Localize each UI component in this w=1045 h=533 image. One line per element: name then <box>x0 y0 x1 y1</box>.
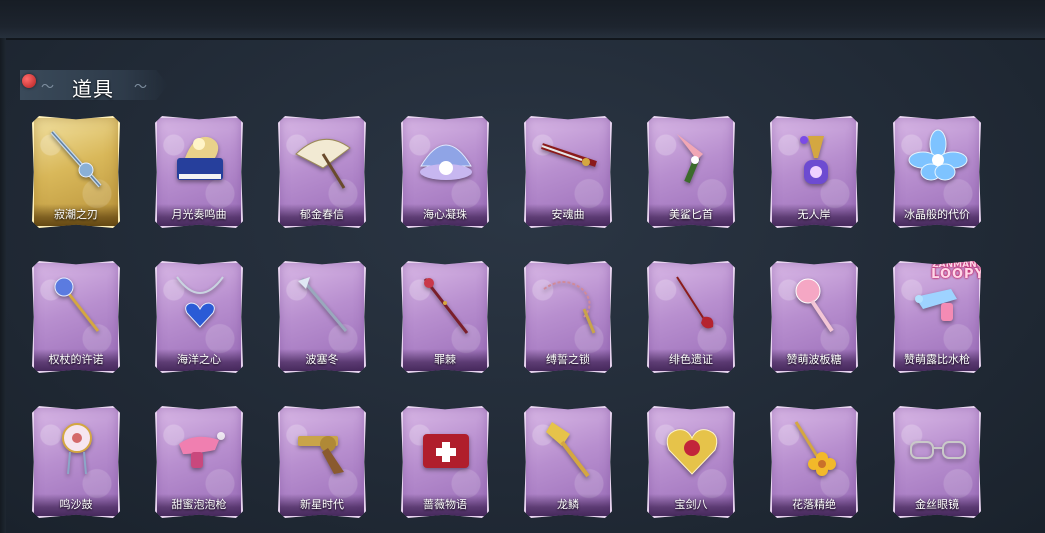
dreamcatcher-icon <box>62 423 92 475</box>
item-name: 缚誓之锁 <box>546 353 590 366</box>
thorn-staff-icon <box>423 278 469 334</box>
item-name: 权杖的许诺 <box>48 353 104 366</box>
item-card[interactable]: 龙鳞 <box>524 406 612 518</box>
item-name: 冰晶般的代价 <box>904 208 970 221</box>
item-card[interactable]: 月光奏鸣曲 <box>155 116 243 228</box>
item-name: 绯色遗证 <box>669 353 713 366</box>
item-card[interactable]: 海洋之心 <box>155 261 243 373</box>
blade-icon <box>50 130 102 188</box>
shark-dagger-icon <box>677 134 703 184</box>
chain-whip-icon <box>543 281 596 334</box>
item-card[interactable]: 罪棘 <box>401 261 489 373</box>
heart-necklace-icon <box>176 276 224 328</box>
item-name: 美鲨匕首 <box>669 208 713 221</box>
rapier-icon <box>676 276 714 329</box>
wave-ornament-icon: 〜 <box>41 80 55 95</box>
sword-icon <box>541 143 597 167</box>
item-card[interactable]: 新星时代 <box>278 406 366 518</box>
brand-badge: ZANMANG LOOPY <box>931 261 985 282</box>
item-name: 安魂曲 <box>551 208 585 221</box>
item-name: 波塞冬 <box>305 353 339 366</box>
item-name: 龙鳞 <box>557 498 579 511</box>
item-card[interactable]: 寂潮之刃 <box>32 116 120 228</box>
brand-badge-line2: LOOPY <box>931 267 985 282</box>
glasses-icon <box>910 441 966 459</box>
item-name: 宝剑八 <box>674 498 708 511</box>
item-name: 花落精绝 <box>792 498 836 511</box>
item-name: 赞萌露比水枪 <box>904 353 970 366</box>
trident-icon <box>298 277 348 332</box>
item-name: 海洋之心 <box>177 353 221 366</box>
lollipop-icon <box>795 278 834 333</box>
item-grid: 寂潮之刃 月光奏鸣曲 郁金春信 海心凝珠 安魂曲 美鲨匕首 无人岸 冰晶般的代价权杖的许诺 海洋… <box>32 116 992 526</box>
wave-ornament-icon: 〜 <box>134 80 148 95</box>
item-card[interactable]: 绯色遗证 <box>647 261 735 373</box>
item-card[interactable]: 缚誓之锁 <box>524 261 612 373</box>
item-card[interactable]: 美鲨匕首 <box>647 116 735 228</box>
item-card[interactable]: 赞萌露比水枪 ZANMANG LOOPY <box>893 261 981 373</box>
item-name: 海心凝珠 <box>423 208 467 221</box>
golden-spade-icon <box>546 422 590 478</box>
item-name: 月光奏鸣曲 <box>171 208 227 221</box>
item-card[interactable]: 金丝眼镜 <box>893 406 981 518</box>
item-card[interactable]: 宝剑八 <box>647 406 735 518</box>
item-card[interactable]: 花落精绝 <box>770 406 858 518</box>
flower-staff-icon <box>794 421 836 476</box>
item-name: 郁金春信 <box>300 208 344 221</box>
item-name: 新星时代 <box>300 498 344 511</box>
item-card[interactable]: 权杖的许诺 <box>32 261 120 373</box>
item-card[interactable]: 冰晶般的代价 <box>893 116 981 228</box>
item-card[interactable]: 安魂曲 <box>524 116 612 228</box>
item-name: 无人岸 <box>797 208 831 221</box>
piano-icon <box>177 136 223 180</box>
left-frame-edge <box>0 38 6 533</box>
item-name: 甜蜜泡泡枪 <box>171 498 227 511</box>
item-name: 赞萌波板糖 <box>786 353 842 366</box>
perfume-bottle-icon <box>800 136 828 184</box>
pin-icon <box>22 74 36 88</box>
item-card[interactable]: 蔷薇物语 <box>401 406 489 518</box>
item-card[interactable]: 鸣沙鼓 <box>32 406 120 518</box>
item-card[interactable]: 甜蜜泡泡枪 <box>155 406 243 518</box>
item-name: 鸣沙鼓 <box>59 498 93 511</box>
umbrella-icon <box>295 138 351 189</box>
shell-pearl-icon <box>420 144 472 180</box>
revolver-icon <box>298 436 344 474</box>
medkit-icon <box>423 434 469 468</box>
top-frame-strip <box>0 0 1045 40</box>
item-name: 罪棘 <box>434 353 456 366</box>
bubble-gun-icon <box>179 432 225 468</box>
scepter-icon <box>54 277 100 332</box>
item-card[interactable]: 海心凝珠 <box>401 116 489 228</box>
item-card[interactable]: 赞萌波板糖 <box>770 261 858 373</box>
section-title: 道具 <box>72 77 114 101</box>
item-card[interactable]: 波塞冬 <box>278 261 366 373</box>
item-name: 寂潮之刃 <box>54 208 98 221</box>
heart-mirror-icon <box>666 429 718 475</box>
item-name: 蔷薇物语 <box>423 498 467 511</box>
item-card[interactable]: 郁金春信 <box>278 116 366 228</box>
item-card[interactable]: 无人岸 <box>770 116 858 228</box>
ice-flower-icon <box>908 129 968 181</box>
item-name: 金丝眼镜 <box>915 498 959 511</box>
